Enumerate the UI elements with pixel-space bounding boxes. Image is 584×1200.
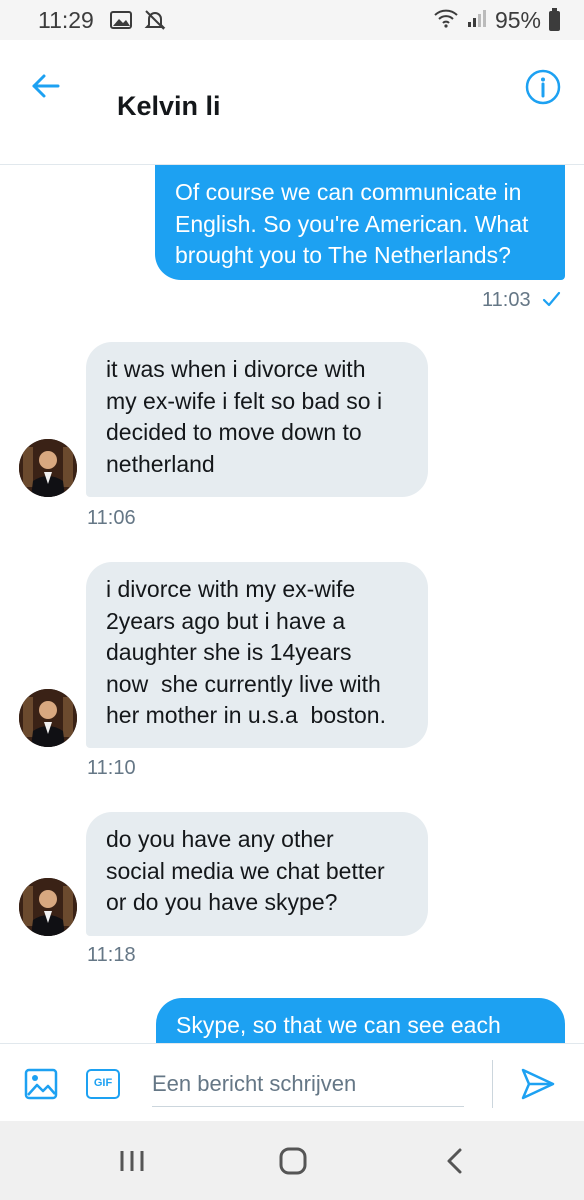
message-line: brought you to The Netherlands? <box>175 242 511 268</box>
message-line: social media we chat better <box>106 857 385 884</box>
message-list[interactable]: Of course we can communicate in English.… <box>0 165 584 1043</box>
system-nav-bar <box>0 1121 584 1200</box>
message-time: 11:10 <box>87 757 136 779</box>
incoming-message[interactable]: it was when i divorce with my ex-wife i … <box>86 342 428 497</box>
message-time: 11:03 <box>482 289 531 311</box>
message-time: 11:06 <box>87 507 136 529</box>
wifi-icon <box>433 7 459 34</box>
image-icon <box>110 9 132 37</box>
message-line: now she currently live with <box>106 670 381 697</box>
message-line: her mother in u.s.a boston. <box>106 702 386 728</box>
back-arrow-icon[interactable] <box>28 68 64 104</box>
message-line: netherland <box>106 450 215 477</box>
mute-icon <box>144 9 166 37</box>
message-line: do you have any other <box>106 826 334 852</box>
signal-icon <box>467 7 487 34</box>
battery-percent: 95% <box>494 7 541 33</box>
avatar[interactable] <box>19 689 77 747</box>
incoming-message[interactable]: do you have any other social media we ch… <box>86 812 428 936</box>
status-bar: 11:29 95% <box>0 0 584 40</box>
conversation-header: Kelvin li <box>0 40 584 165</box>
avatar[interactable] <box>19 439 77 497</box>
battery-icon <box>549 7 560 31</box>
send-icon[interactable] <box>520 1066 556 1102</box>
avatar[interactable] <box>19 878 77 936</box>
outgoing-message[interactable]: Of course we can communicate in English.… <box>155 165 565 280</box>
outgoing-message[interactable]: Skype, so that we can see each <box>156 998 565 1043</box>
composer-divider <box>492 1060 493 1108</box>
gif-icon[interactable]: GIF <box>86 1069 120 1099</box>
info-icon[interactable] <box>524 68 562 106</box>
incoming-message[interactable]: i divorce with my ex-wife 2years ago but… <box>86 562 428 748</box>
message-line: 2years ago but i have a <box>106 607 346 634</box>
message-line: my ex-wife i felt so bad so i <box>106 387 383 414</box>
checkmark-icon <box>541 289 561 314</box>
recent-apps-icon[interactable] <box>116 1145 148 1177</box>
conversation-title: Kelvin li <box>117 91 221 121</box>
message-line: decided to move down to <box>106 419 362 445</box>
message-line: English. So you're American. What <box>175 210 529 237</box>
message-line: or do you have skype? <box>106 889 338 915</box>
status-time: 11:29 <box>38 7 94 33</box>
message-composer: GIF <box>0 1043 584 1122</box>
message-time: 11:18 <box>87 944 136 966</box>
message-line: Of course we can communicate in <box>175 179 522 205</box>
image-icon[interactable] <box>24 1067 58 1101</box>
message-input[interactable] <box>152 1062 464 1107</box>
back-icon[interactable] <box>440 1145 472 1177</box>
home-icon[interactable] <box>277 1145 309 1177</box>
message-line: it was when i divorce with <box>106 356 366 382</box>
message-line: i divorce with my ex-wife <box>106 576 356 602</box>
message-line: Skype, so that we can see each <box>176 1012 501 1038</box>
message-line: daughter she is 14years <box>106 639 352 665</box>
